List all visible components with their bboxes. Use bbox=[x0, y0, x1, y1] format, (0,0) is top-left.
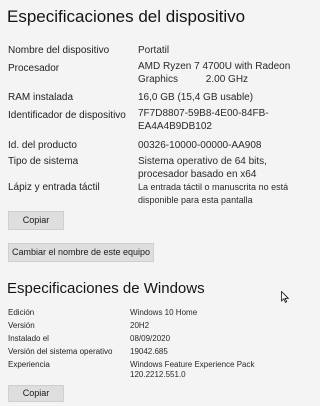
copy-device-specs-button[interactable]: Copiar bbox=[8, 211, 64, 230]
processor-label: Procesador bbox=[8, 63, 60, 74]
os-build-label: Versión del sistema operativo bbox=[8, 347, 113, 356]
system-type-label: Tipo de sistema bbox=[8, 156, 79, 167]
pen-touch-row: Lápiz y entrada táctil La entrada táctil… bbox=[0, 181, 320, 207]
device-id-value-line-2: EA4A4B9DB102 bbox=[138, 121, 212, 132]
edition-label: Edición bbox=[8, 308, 35, 317]
experience-row: Experiencia Windows Feature Experience P… bbox=[0, 359, 320, 381]
edition-row: Edición Windows 10 Home bbox=[0, 307, 320, 319]
installed-on-row: Instalado el 08/09/2020 bbox=[0, 333, 320, 345]
installed-on-label: Instalado el bbox=[8, 334, 49, 343]
product-id-row: Id. del producto 00326-10000-00000-AA908 bbox=[0, 139, 320, 153]
system-type-value-line-2: procesador basado en x64 bbox=[138, 169, 257, 180]
mouse-pointer-icon bbox=[281, 291, 289, 303]
version-row: Versión 20H2 bbox=[0, 320, 320, 332]
ram-row: RAM instalada 16,0 GB (15,4 GB usable) bbox=[0, 91, 320, 105]
pen-touch-label: Lápiz y entrada táctil bbox=[8, 182, 100, 193]
processor-value-line-2: Graphics 2.00 GHz bbox=[138, 74, 249, 85]
processor-value-line-1: AMD Ryzen 7 4700U with Radeon bbox=[138, 61, 291, 72]
experience-label: Experiencia bbox=[8, 360, 50, 369]
windows-specs-title: Especificaciones de Windows bbox=[7, 280, 205, 297]
device-name-value: Portatil bbox=[138, 45, 170, 56]
version-label: Versión bbox=[8, 321, 35, 330]
system-type-value-line-1: Sistema operativo de 64 bits, bbox=[138, 156, 267, 167]
product-id-value: 00326-10000-00000-AA908 bbox=[138, 140, 262, 151]
device-id-label: Identificador de dispositivo bbox=[8, 110, 126, 121]
ram-label: RAM instalada bbox=[8, 92, 74, 103]
processor-row: Procesador AMD Ryzen 7 4700U with Radeon… bbox=[0, 60, 320, 86]
system-type-row: Tipo de sistema Sistema operativo de 64 … bbox=[0, 155, 320, 181]
device-id-value-line-1: 7F7D8807-59B8-4E00-84FB- bbox=[138, 108, 269, 119]
rename-pc-button[interactable]: Cambiar el nombre de este equipo bbox=[8, 243, 154, 262]
ram-value: 16,0 GB (15,4 GB usable) bbox=[138, 92, 254, 103]
product-id-label: Id. del producto bbox=[8, 140, 77, 151]
pen-touch-value-line-2: disponible para esta pantalla bbox=[138, 195, 253, 205]
device-id-row: Identificador de dispositivo 7F7D8807-59… bbox=[0, 107, 320, 133]
device-specs-title: Especificaciones del dispositivo bbox=[7, 7, 246, 26]
device-name-label: Nombre del dispositivo bbox=[8, 45, 110, 56]
about-settings-page: Especificaciones del dispositivo Nombre … bbox=[0, 0, 320, 406]
edition-value: Windows 10 Home bbox=[130, 308, 198, 317]
os-build-value: 19042.685 bbox=[130, 347, 168, 356]
installed-on-value: 08/09/2020 bbox=[130, 334, 171, 343]
version-value: 20H2 bbox=[130, 321, 150, 330]
experience-value-line-2: 120.2212.551.0 bbox=[130, 370, 186, 379]
os-build-row: Versión del sistema operativo 19042.685 bbox=[0, 346, 320, 358]
device-name-row: Nombre del dispositivo Portatil bbox=[0, 44, 320, 58]
copy-windows-specs-button[interactable]: Copiar bbox=[8, 385, 64, 402]
pen-touch-value-line-1: La entrada táctil o manuscrita no está bbox=[138, 182, 289, 192]
